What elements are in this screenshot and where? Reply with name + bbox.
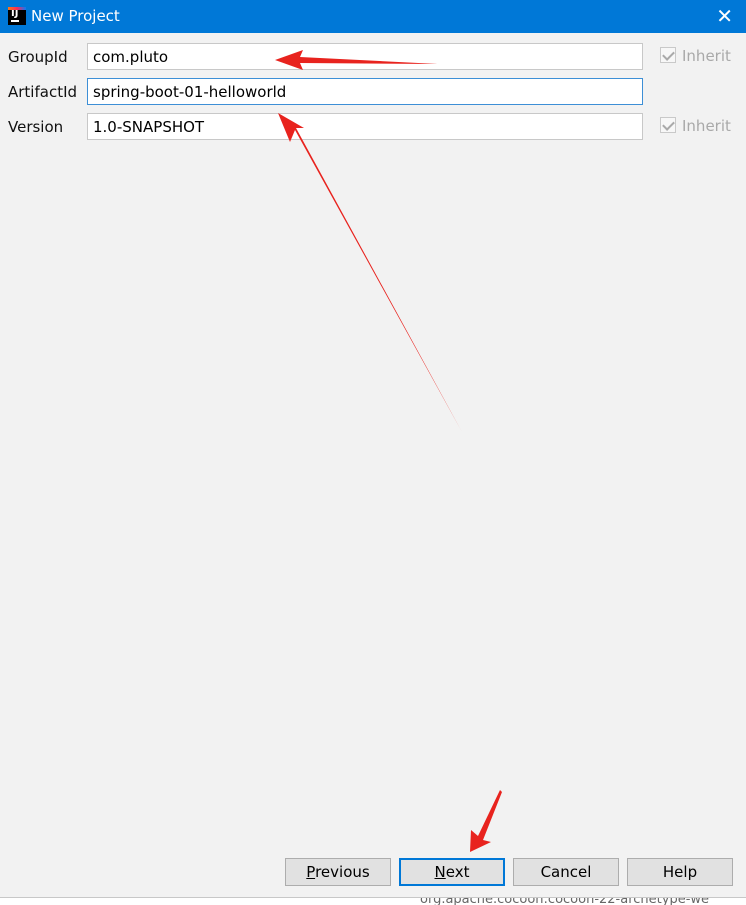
groupid-label: GroupId: [8, 48, 68, 66]
artifactid-label: ArtifactId: [8, 83, 78, 101]
groupid-input[interactable]: [87, 43, 643, 70]
version-label: Version: [8, 118, 64, 136]
version-inherit-checkbox[interactable]: Inherit: [660, 116, 731, 135]
window-title: New Project: [31, 7, 120, 25]
previous-button[interactable]: Previous: [285, 858, 391, 886]
artifactid-input[interactable]: [87, 78, 643, 105]
cancel-button[interactable]: Cancel: [513, 858, 619, 886]
intellij-icon: IJ: [8, 7, 26, 25]
annotation-arrow: [278, 113, 462, 432]
groupid-inherit-checkbox[interactable]: Inherit: [660, 46, 731, 65]
inherit-label: Inherit: [682, 47, 731, 65]
annotation-arrow: [470, 790, 502, 852]
close-icon[interactable]: ✕: [716, 4, 733, 28]
version-input[interactable]: [87, 113, 643, 140]
checkbox-icon: [660, 46, 676, 63]
next-button[interactable]: Next: [399, 858, 505, 886]
help-button[interactable]: Help: [627, 858, 733, 886]
checkbox-icon: [660, 116, 676, 133]
inherit-label: Inherit: [682, 117, 731, 135]
title-bar: IJ New Project ✕: [0, 0, 746, 33]
